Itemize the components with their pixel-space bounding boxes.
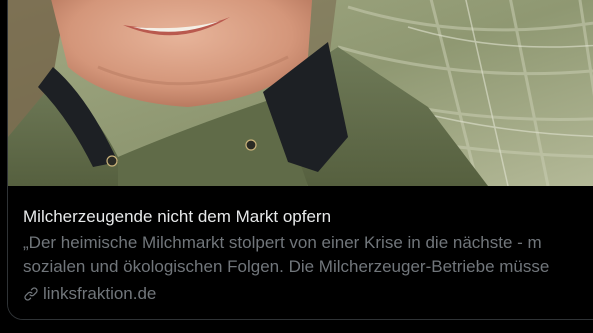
link-preview-description: „Der heimische Milchmarkt stolpert von e… [23,231,593,279]
link-icon [24,287,38,301]
preview-photo [8,0,593,186]
link-preview-image[interactable] [8,0,593,186]
link-preview-text[interactable]: Milcherzeugende nicht dem Markt opfern „… [8,186,593,319]
tweet-area: Milcherzeugende nicht dem Markt opfern „… [0,0,593,333]
link-preview-card[interactable]: Milcherzeugende nicht dem Markt opfern „… [7,0,593,320]
domain-label: linksfraktion.de [43,284,157,303]
link-preview-title[interactable]: Milcherzeugende nicht dem Markt opfern [23,206,331,228]
description-line: „Der heimische Milchmarkt stolpert von e… [23,233,542,252]
link-preview-domain[interactable]: linksfraktion.de [23,283,156,305]
description-line: sozialen und ökologischen Folgen. Die Mi… [23,257,550,276]
